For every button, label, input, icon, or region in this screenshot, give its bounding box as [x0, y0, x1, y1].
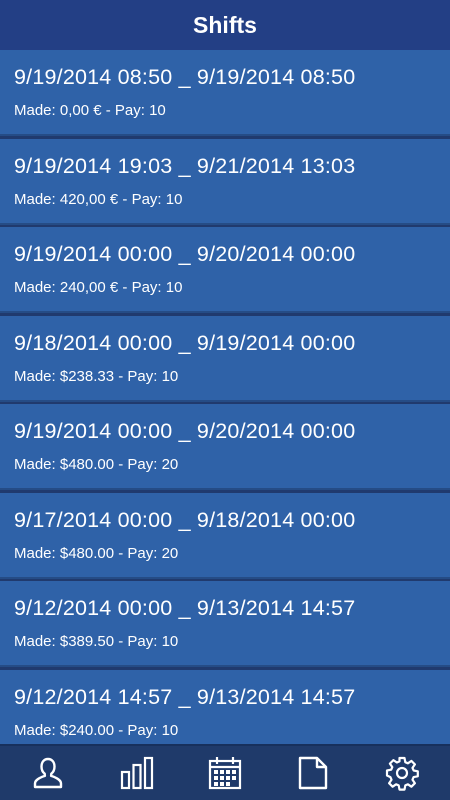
shift-range: 9/12/2014 14:57 _ 9/13/2014 14:57	[14, 684, 356, 709]
calendar-icon	[208, 757, 242, 790]
list-item[interactable]: 9/12/2014 00:00 _ 9/13/2014 14:57 Made: …	[0, 581, 450, 667]
shift-summary: Made: 240,00 € - Pay: 10	[14, 279, 183, 296]
list-item[interactable]: 9/17/2014 00:00 _ 9/18/2014 00:00 Made: …	[0, 492, 450, 579]
shift-range: 9/19/2014 00:00 _ 9/20/2014 00:00	[14, 242, 356, 266]
nav-reports-button[interactable]	[285, 748, 341, 798]
shift-summary: Made: $389.50 - Pay: 10	[14, 633, 179, 650]
list-item[interactable]: 9/19/2014 00:00 _ 9/20/2014 00:00 Made: …	[0, 404, 450, 490]
app-header: Shifts	[0, 0, 450, 50]
page-title: Shifts	[193, 11, 257, 38]
bar-chart-icon	[120, 756, 153, 790]
list-item[interactable]: 9/19/2014 08:50 _ 9/19/2014 08:50 Made: …	[0, 50, 450, 136]
shift-summary: Made: $480.00 - Pay: 20	[14, 544, 179, 562]
shift-summary: Made: $240.00 - Pay: 10	[14, 721, 179, 739]
shift-summary: Made: 420,00 € - Pay: 10	[14, 190, 183, 208]
document-icon	[299, 756, 328, 790]
shift-range: 9/19/2014 19:03 _ 9/21/2014 13:03	[14, 153, 356, 178]
shift-range: 9/17/2014 00:00 _ 9/18/2014 00:00	[14, 507, 356, 532]
shift-summary: Made: 0,00 € - Pay: 10	[14, 102, 166, 119]
gear-icon	[385, 756, 419, 791]
shift-list[interactable]: 9/19/2014 08:50 _ 9/19/2014 08:50 Made: …	[0, 50, 450, 744]
nav-profile-button[interactable]	[20, 748, 76, 798]
shift-range: 9/19/2014 08:50 _ 9/19/2014 08:50	[14, 65, 356, 89]
shift-range: 9/18/2014 00:00 _ 9/19/2014 00:00	[14, 330, 356, 355]
nav-statistics-button[interactable]	[109, 748, 165, 798]
list-item[interactable]: 9/12/2014 14:57 _ 9/13/2014 14:57 Made: …	[0, 669, 450, 744]
nav-settings-button[interactable]	[374, 748, 430, 798]
list-item[interactable]: 9/18/2014 00:00 _ 9/19/2014 00:00 Made: …	[0, 315, 450, 402]
shift-range: 9/12/2014 00:00 _ 9/13/2014 14:57	[14, 596, 356, 620]
list-item[interactable]: 9/19/2014 19:03 _ 9/21/2014 13:03 Made: …	[0, 138, 450, 225]
shift-summary: Made: $480.00 - Pay: 20	[14, 456, 179, 473]
nav-calendar-button[interactable]	[197, 748, 253, 798]
person-icon	[33, 757, 63, 789]
list-item[interactable]: 9/19/2014 00:00 _ 9/20/2014 00:00 Made: …	[0, 227, 450, 313]
bottom-navigation	[0, 744, 450, 800]
shift-range: 9/19/2014 00:00 _ 9/20/2014 00:00	[14, 419, 356, 443]
shift-summary: Made: $238.33 - Pay: 10	[14, 367, 179, 385]
